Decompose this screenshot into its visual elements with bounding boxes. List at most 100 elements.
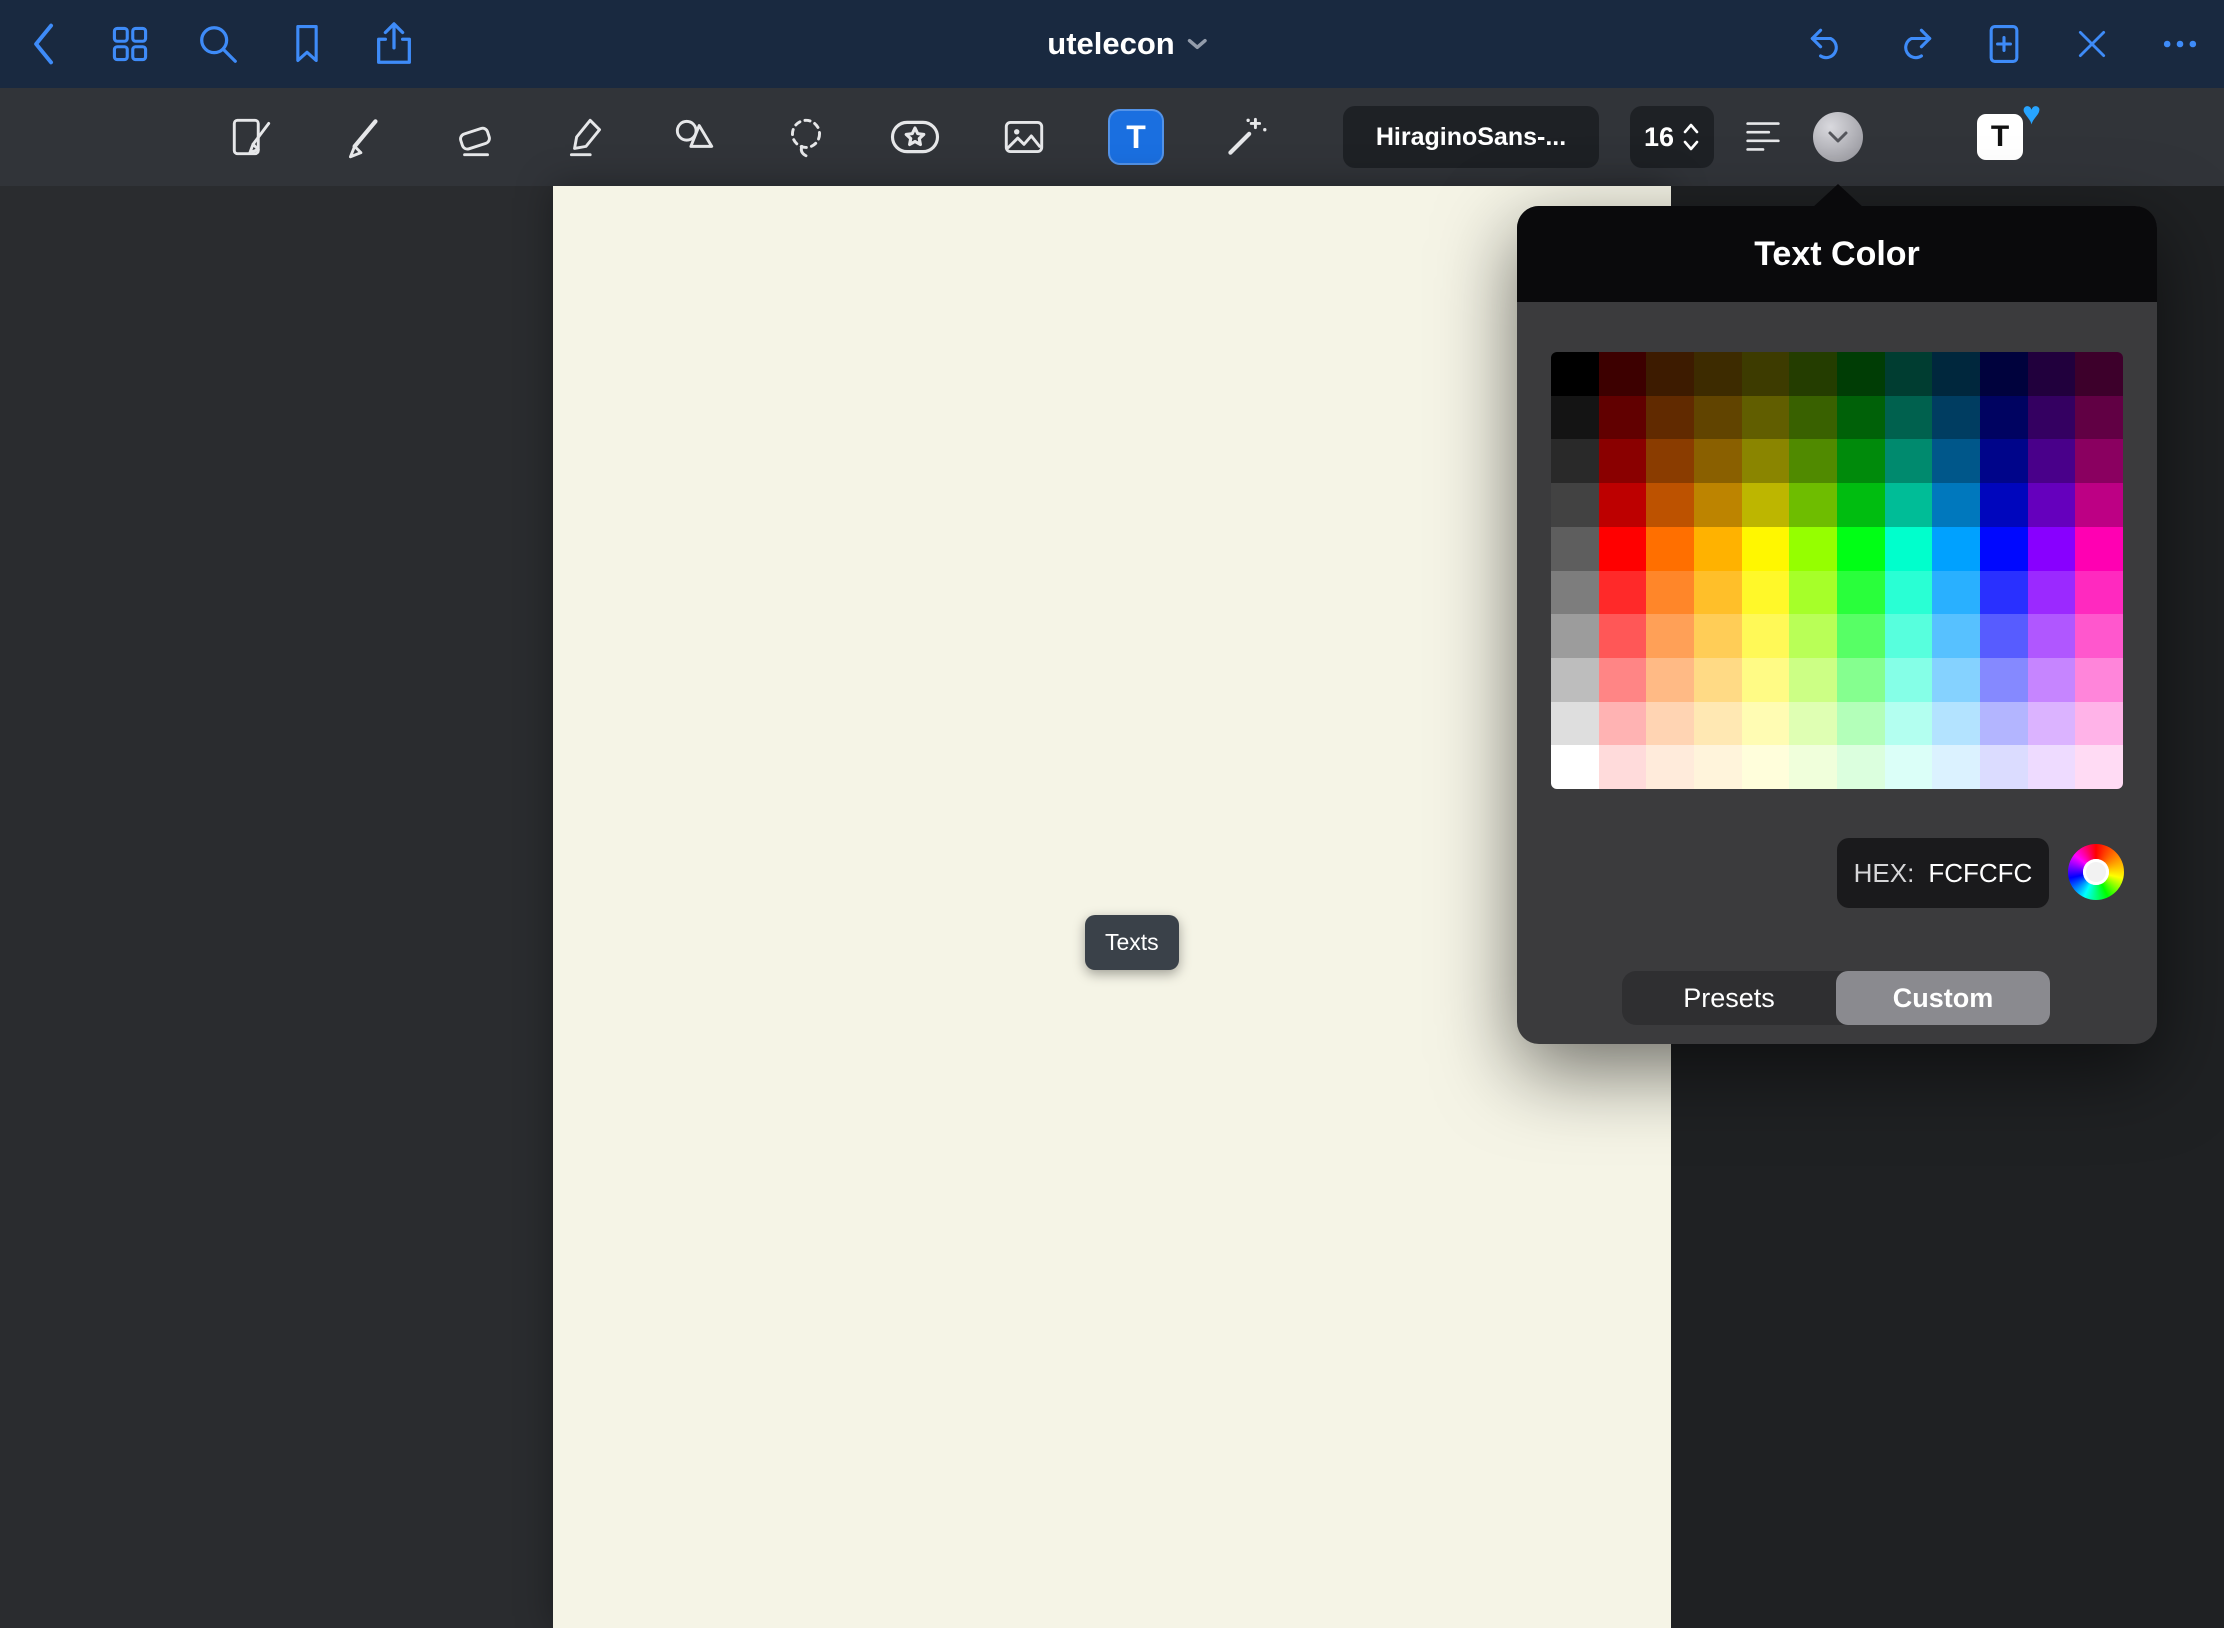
color-cell[interactable]: [1885, 571, 1933, 615]
color-cell[interactable]: [1789, 614, 1837, 658]
color-cell[interactable]: [1980, 527, 2028, 571]
color-cell[interactable]: [1980, 483, 2028, 527]
color-cell[interactable]: [1885, 352, 1933, 396]
color-cell[interactable]: [1551, 527, 1599, 571]
color-cell[interactable]: [1646, 527, 1694, 571]
color-cell[interactable]: [1837, 439, 1885, 483]
tool-shapes[interactable]: [664, 108, 724, 166]
color-cell[interactable]: [1551, 745, 1599, 789]
color-cell[interactable]: [1837, 483, 1885, 527]
color-cell[interactable]: [1885, 702, 1933, 746]
color-cell[interactable]: [1980, 396, 2028, 440]
color-cell[interactable]: [1932, 352, 1980, 396]
color-wheel-button[interactable]: [2068, 844, 2124, 900]
color-cell[interactable]: [1980, 571, 2028, 615]
color-cell[interactable]: [1932, 571, 1980, 615]
color-cell[interactable]: [1837, 527, 1885, 571]
font-size-stepper[interactable]: 16: [1630, 106, 1714, 168]
color-cell[interactable]: [1789, 352, 1837, 396]
color-cell[interactable]: [1742, 483, 1790, 527]
color-cell[interactable]: [1742, 396, 1790, 440]
undo-button[interactable]: [1799, 16, 1855, 72]
color-cell[interactable]: [1789, 571, 1837, 615]
color-cell[interactable]: [2028, 483, 2076, 527]
color-cell[interactable]: [1694, 658, 1742, 702]
color-cell[interactable]: [1742, 571, 1790, 615]
color-cell[interactable]: [1980, 702, 2028, 746]
color-cell[interactable]: [1551, 658, 1599, 702]
color-cell[interactable]: [1599, 658, 1647, 702]
color-cell[interactable]: [1599, 702, 1647, 746]
color-cell[interactable]: [1599, 614, 1647, 658]
color-cell[interactable]: [1694, 396, 1742, 440]
color-cell[interactable]: [1551, 702, 1599, 746]
close-button[interactable]: [2066, 18, 2118, 70]
bookmark-button[interactable]: [279, 15, 335, 73]
color-cell[interactable]: [1885, 745, 1933, 789]
color-cell[interactable]: [1646, 702, 1694, 746]
color-cell[interactable]: [1932, 527, 1980, 571]
share-button[interactable]: [365, 14, 423, 74]
color-cell[interactable]: [1551, 439, 1599, 483]
color-cell[interactable]: [1742, 745, 1790, 789]
color-cell[interactable]: [1789, 702, 1837, 746]
color-cell[interactable]: [1980, 439, 2028, 483]
color-cell[interactable]: [1789, 396, 1837, 440]
color-cell[interactable]: [1694, 483, 1742, 527]
color-cell[interactable]: [1885, 658, 1933, 702]
tool-eraser[interactable]: [446, 108, 504, 166]
thumbnails-button[interactable]: [102, 16, 158, 72]
color-cell[interactable]: [1646, 439, 1694, 483]
color-cell[interactable]: [1742, 658, 1790, 702]
color-cell[interactable]: [2075, 658, 2123, 702]
more-button[interactable]: [2152, 16, 2208, 72]
color-cell[interactable]: [1885, 483, 1933, 527]
color-cell[interactable]: [1551, 396, 1599, 440]
color-cell[interactable]: [2075, 702, 2123, 746]
color-cell[interactable]: [1789, 483, 1837, 527]
color-cell[interactable]: [2075, 439, 2123, 483]
color-cell[interactable]: [1694, 745, 1742, 789]
color-cell[interactable]: [2075, 483, 2123, 527]
document-title[interactable]: utelecon: [1047, 26, 1208, 62]
color-cell[interactable]: [1837, 352, 1885, 396]
color-cell[interactable]: [1551, 352, 1599, 396]
color-cell[interactable]: [1742, 439, 1790, 483]
tool-pointer[interactable]: [1216, 108, 1274, 166]
back-button[interactable]: [20, 15, 66, 73]
color-cell[interactable]: [1551, 614, 1599, 658]
color-cell[interactable]: [1837, 571, 1885, 615]
tool-image[interactable]: [995, 110, 1053, 164]
color-cell[interactable]: [2075, 352, 2123, 396]
color-cell[interactable]: [2075, 571, 2123, 615]
color-cell[interactable]: [1837, 396, 1885, 440]
favorite-text-style-button[interactable]: T ♥: [1971, 113, 2029, 161]
color-cell[interactable]: [2028, 396, 2076, 440]
color-cell[interactable]: [1742, 352, 1790, 396]
color-cell[interactable]: [1599, 527, 1647, 571]
color-cell[interactable]: [1932, 745, 1980, 789]
color-cell[interactable]: [2028, 527, 2076, 571]
tool-highlighter[interactable]: [557, 108, 615, 166]
color-cell[interactable]: [1599, 352, 1647, 396]
color-cell[interactable]: [2028, 745, 2076, 789]
color-cell[interactable]: [1789, 527, 1837, 571]
color-cell[interactable]: [1551, 483, 1599, 527]
color-cell[interactable]: [1837, 702, 1885, 746]
color-cell[interactable]: [1932, 658, 1980, 702]
color-cell[interactable]: [1932, 483, 1980, 527]
color-cell[interactable]: [1694, 352, 1742, 396]
color-cell[interactable]: [2075, 745, 2123, 789]
color-cell[interactable]: [1646, 571, 1694, 615]
text-object[interactable]: Texts: [1085, 915, 1179, 970]
color-cell[interactable]: [1885, 614, 1933, 658]
tool-edit-mode[interactable]: [223, 108, 281, 166]
color-cell[interactable]: [1932, 439, 1980, 483]
color-cell[interactable]: [2028, 439, 2076, 483]
color-cell[interactable]: [1789, 745, 1837, 789]
color-cell[interactable]: [1789, 439, 1837, 483]
color-cell[interactable]: [1980, 614, 2028, 658]
color-cell[interactable]: [1885, 527, 1933, 571]
color-cell[interactable]: [1646, 658, 1694, 702]
color-cell[interactable]: [1742, 527, 1790, 571]
